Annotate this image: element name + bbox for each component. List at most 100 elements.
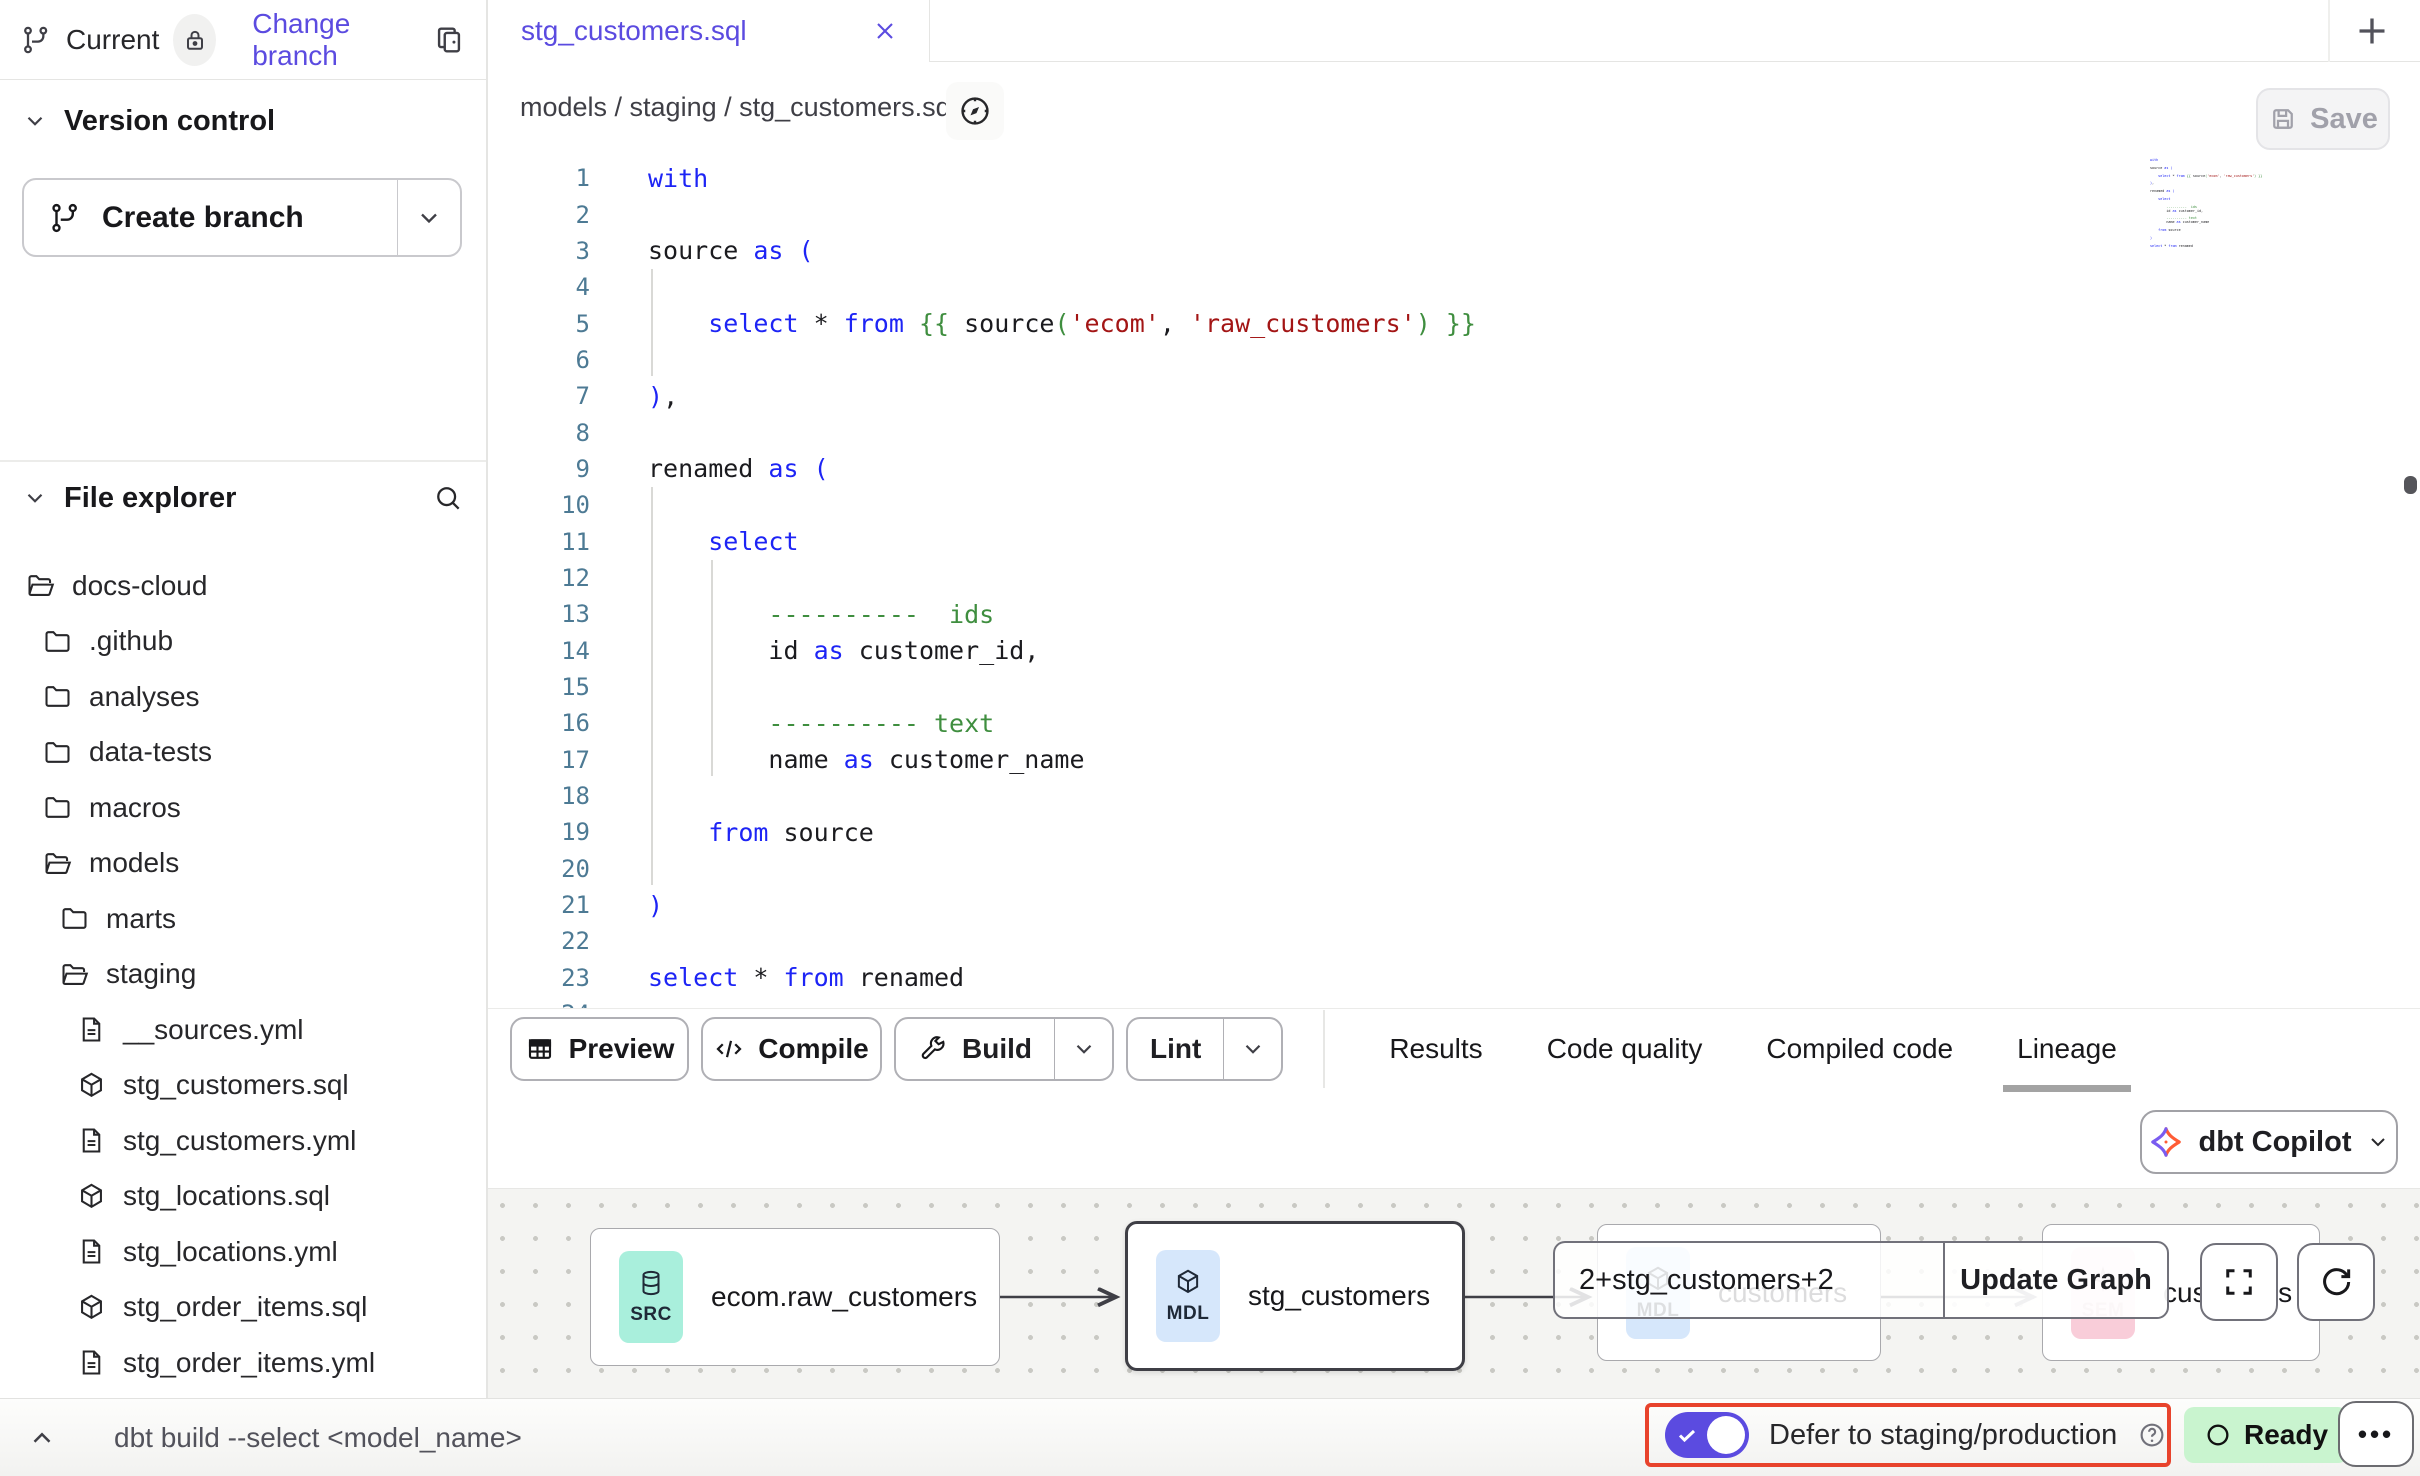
chevron-up-icon[interactable] (0, 1423, 84, 1453)
file-item-stg_locations.yml[interactable]: stg_locations.yml (0, 1224, 486, 1280)
sidebar-divider (486, 0, 488, 1398)
preview-button[interactable]: Preview (510, 1017, 689, 1081)
folder-item-staging[interactable]: staging (0, 947, 486, 1003)
code-editor[interactable]: 1with23source as (45 select * from {{ so… (486, 158, 2420, 1008)
lineage-node-source[interactable]: SRC ecom.raw_customers (590, 1228, 1000, 1366)
dbt-copilot-button[interactable]: dbt Copilot (2140, 1110, 2398, 1174)
build-dropdown[interactable] (1054, 1019, 1112, 1079)
save-button[interactable]: Save (2256, 88, 2390, 150)
tab-results[interactable]: Results (1389, 1033, 1482, 1065)
tab-stg-customers-sql[interactable]: stg_customers.sql (487, 0, 930, 62)
create-branch-button[interactable]: Create branch (24, 180, 398, 255)
file-explorer-divider (0, 460, 486, 462)
copy-branch-icon[interactable] (432, 23, 466, 57)
file-item-stg_locations.sql[interactable]: stg_locations.sql (0, 1169, 486, 1225)
build-button[interactable]: Build (896, 1019, 1054, 1079)
expand-icon (2221, 1264, 2257, 1300)
file-item-stg_order_items.yml[interactable]: stg_order_items.yml (0, 1335, 486, 1391)
code-line-19[interactable]: 19 from source (486, 814, 2420, 850)
code-line-10[interactable]: 10 (486, 487, 2420, 523)
lineage-canvas[interactable]: SRC ecom.raw_customers MDL stg_customers… (486, 1188, 2420, 1398)
code-line-9[interactable]: 9renamed as ( (486, 451, 2420, 487)
folder-item-macros[interactable]: macros (0, 780, 486, 836)
tab-lineage[interactable]: Lineage (2017, 1033, 2117, 1065)
badge-label: MDL (1167, 1303, 1210, 1325)
code-line-5[interactable]: 5 select * from {{ source('ecom', 'raw_c… (486, 305, 2420, 341)
new-tab-button[interactable] (2342, 6, 2402, 56)
lint-button[interactable]: Lint (1128, 1019, 1223, 1079)
help-icon[interactable] (2137, 1420, 2167, 1450)
fullscreen-button[interactable] (2200, 1243, 2278, 1321)
file-icon (76, 1236, 107, 1267)
code-line-11[interactable]: 11 select (486, 523, 2420, 559)
status-bar: dbt build --select <model_name> Defer to… (0, 1398, 2420, 1476)
code-line-4[interactable]: 4 (486, 269, 2420, 305)
code-line-16[interactable]: 16 ---------- text (486, 705, 2420, 741)
file-item-stg_customers.sql[interactable]: stg_customers.sql (0, 1058, 486, 1114)
change-branch-link[interactable]: Change branch (252, 8, 410, 72)
editor-scrollbar-thumb[interactable] (2404, 476, 2417, 494)
create-branch-split-button: Create branch (22, 178, 462, 257)
code-line-3[interactable]: 3source as ( (486, 233, 2420, 269)
compile-button[interactable]: Compile (701, 1017, 882, 1081)
tree-item-label: analyses (89, 681, 200, 713)
folder-item-docs-cloud[interactable]: docs-cloud (0, 558, 486, 614)
editor-toolbar: Preview Compile Build Lint Results Code q… (486, 1008, 2420, 1088)
line-content: renamed as ( (590, 454, 829, 483)
code-line-18[interactable]: 18 (486, 778, 2420, 814)
code-line-24 (2150, 247, 2340, 251)
line-number: 11 (486, 528, 590, 556)
tab-code-quality[interactable]: Code quality (1547, 1033, 1703, 1065)
code-line-23[interactable]: 23select * from renamed (486, 960, 2420, 996)
code-line-20[interactable]: 20 (486, 851, 2420, 887)
editor-tabbar: stg_customers.sql (486, 0, 2420, 62)
refresh-icon (2317, 1263, 2355, 1301)
editor-minimap[interactable]: withsource as ( select * from {{ source(… (2150, 158, 2340, 251)
version-control-header[interactable]: Version control (0, 96, 486, 146)
refresh-button[interactable] (2297, 1243, 2375, 1321)
file-item-stg_customers.yml[interactable]: stg_customers.yml (0, 1113, 486, 1169)
line-content: id as customer_id, (590, 636, 1039, 665)
tree-item-label: data-tests (89, 736, 212, 768)
command-input[interactable]: dbt build --select <model_name> (114, 1422, 522, 1454)
code-line-21[interactable]: 21) (486, 887, 2420, 923)
code-line-15[interactable]: 15 (486, 669, 2420, 705)
folder-item-marts[interactable]: marts (0, 891, 486, 947)
tab-compiled-code[interactable]: Compiled code (1766, 1033, 1953, 1065)
folder-item-analyses[interactable]: analyses (0, 669, 486, 725)
defer-toggle[interactable] (1665, 1412, 1749, 1458)
file-item-__sources.yml[interactable]: __sources.yml (0, 1002, 486, 1058)
code-line-24[interactable]: 24 (486, 996, 2420, 1008)
code-line-8[interactable]: 8 (486, 414, 2420, 450)
search-icon[interactable] (432, 482, 464, 514)
code-line-13[interactable]: 13 ---------- ids (486, 596, 2420, 632)
folder-item-models[interactable]: models (0, 836, 486, 892)
folder-item-.github[interactable]: .github (0, 614, 486, 670)
code-line-2[interactable]: 2 (486, 196, 2420, 232)
folder-open-icon (59, 959, 90, 990)
code-line-6[interactable]: 6 (486, 342, 2420, 378)
code-line-1[interactable]: 1with (486, 160, 2420, 196)
code-line-22[interactable]: 22 (486, 923, 2420, 959)
code-line-17[interactable]: 17 name as customer_name (486, 742, 2420, 778)
more-options-button[interactable]: ••• (2338, 1401, 2414, 1467)
close-icon[interactable] (871, 17, 899, 45)
tree-item-label: stg_order_items.sql (123, 1291, 367, 1323)
code-line-12[interactable]: 12 (486, 560, 2420, 596)
file-explorer-header[interactable]: File explorer (0, 470, 486, 526)
folder-item-data-tests[interactable]: data-tests (0, 725, 486, 781)
code-line-7[interactable]: 7), (486, 378, 2420, 414)
tree-item-label: staging (106, 958, 196, 990)
lint-dropdown[interactable] (1223, 1019, 1281, 1079)
code-line-14[interactable]: 14 id as customer_id, (486, 632, 2420, 668)
create-branch-dropdown[interactable] (398, 180, 460, 255)
file-item-stg_order_items.sql[interactable]: stg_order_items.sql (0, 1280, 486, 1336)
file-icon (76, 1347, 107, 1378)
line-number: 5 (486, 310, 590, 338)
lineage-node-stg-customers[interactable]: MDL stg_customers (1125, 1221, 1465, 1371)
lineage-selector-input[interactable]: 2+stg_customers+2 (1553, 1241, 1943, 1319)
update-graph-button[interactable]: Update Graph (1943, 1241, 2169, 1319)
tabbar-divider (2328, 0, 2330, 62)
copilot-compass-icon[interactable] (946, 82, 1004, 140)
line-number: 1 (486, 164, 590, 192)
